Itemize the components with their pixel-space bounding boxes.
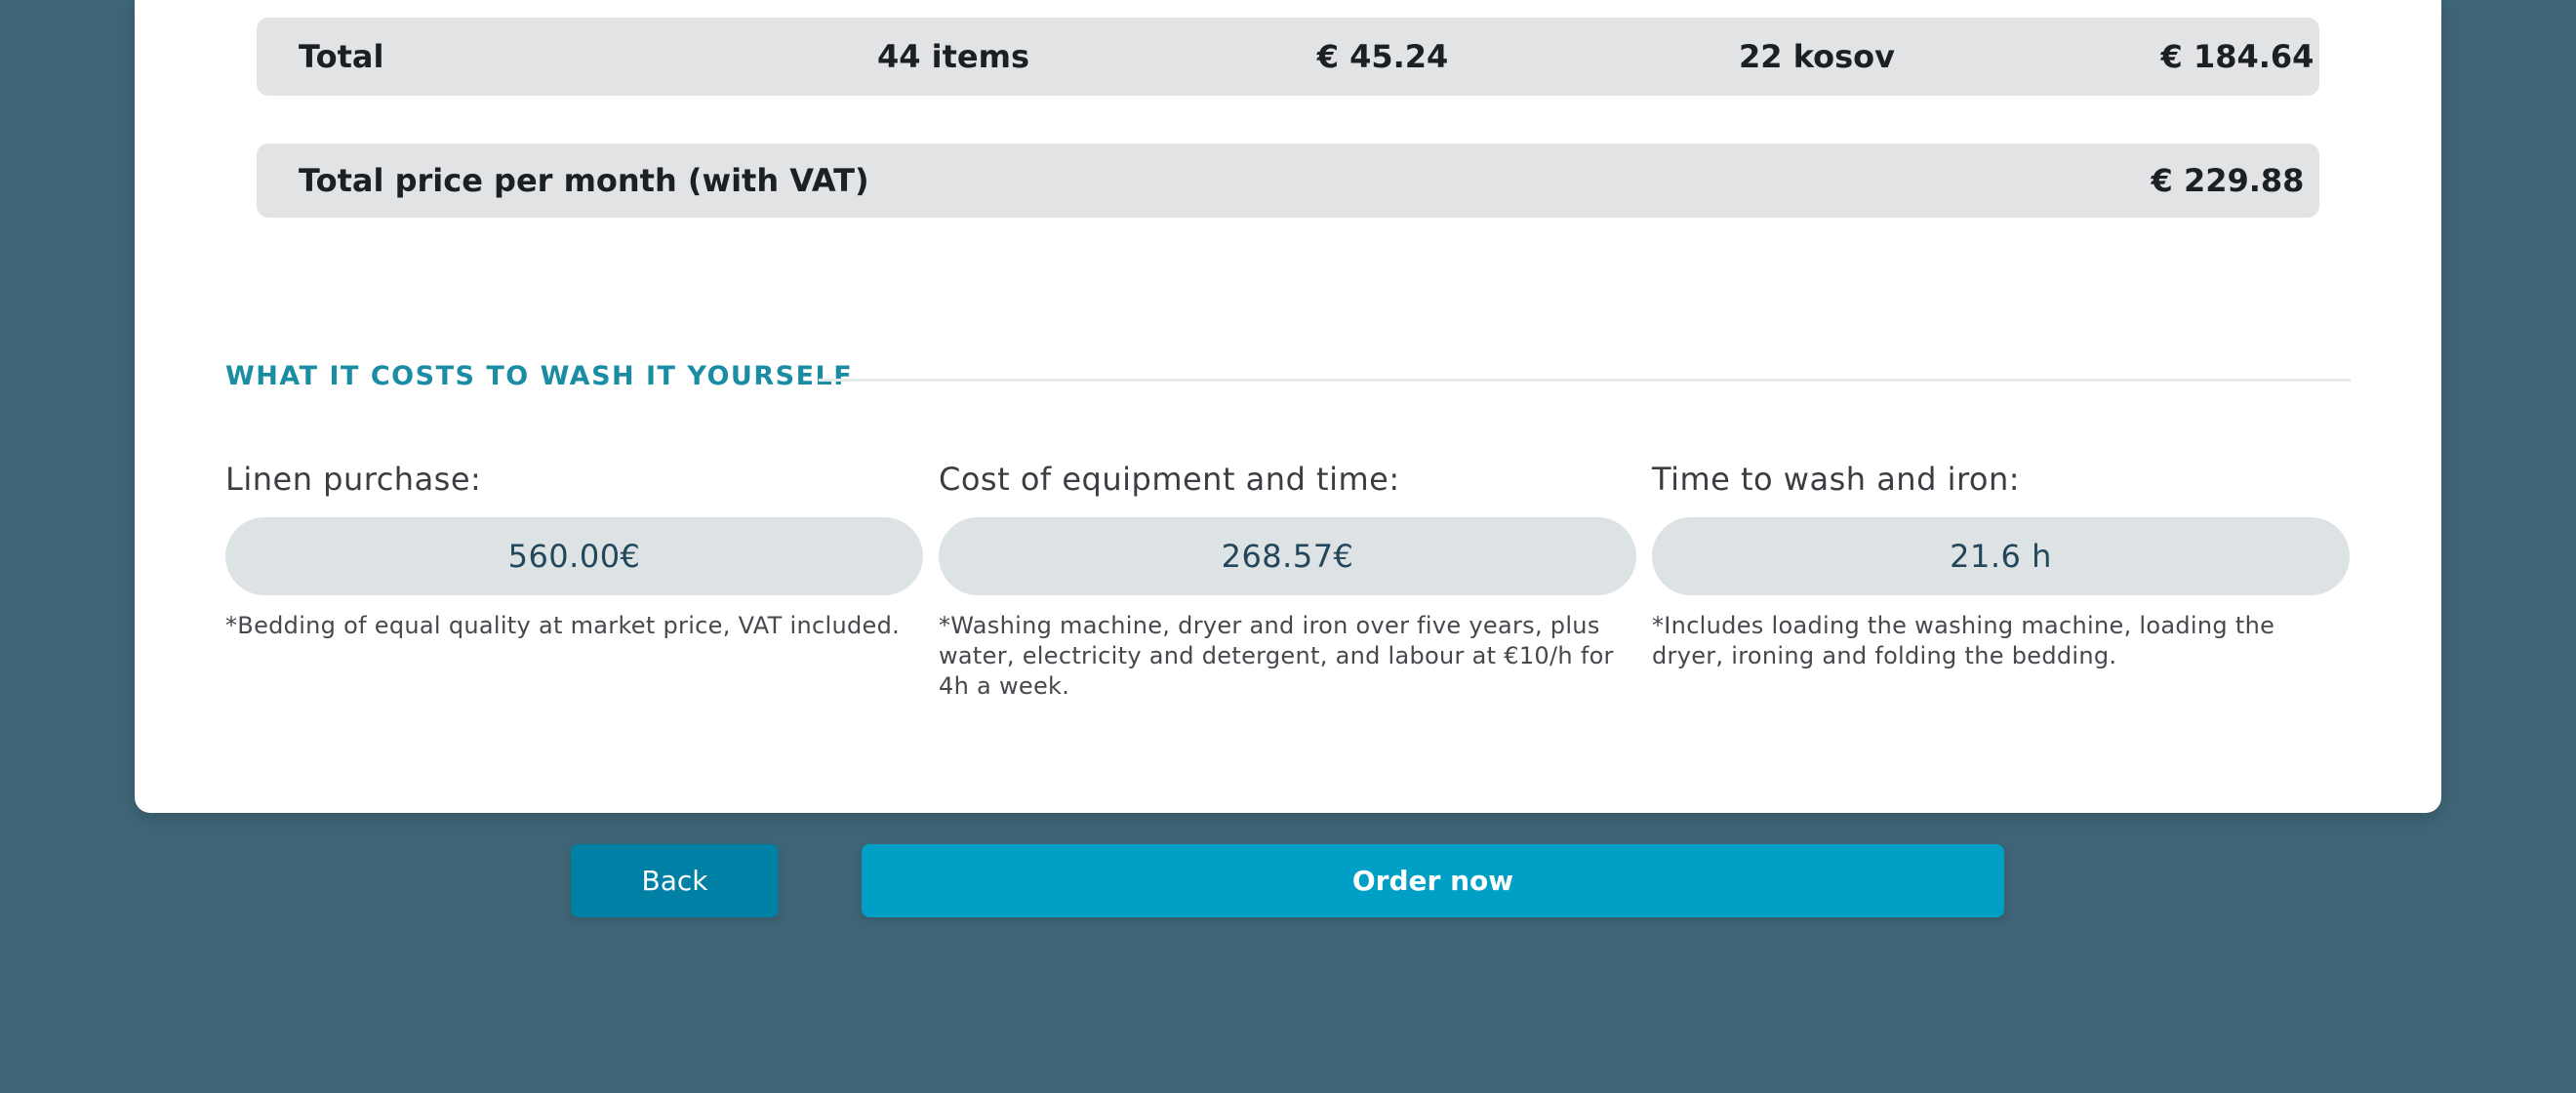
totals-label: Total [299, 38, 384, 75]
linen-purchase-note: *Bedding of equal quality at market pric… [225, 612, 901, 639]
equipment-cost-value: 268.57€ [939, 517, 1636, 595]
totals-row: Total 44 items € 45.24 22 kosov € 184.64 [257, 18, 2319, 96]
order-now-button[interactable]: Order now [862, 844, 2004, 917]
wash-time-value: 21.6 h [1652, 517, 2350, 595]
wash-time-note: *Includes loading the washing machine, l… [1652, 612, 2275, 669]
wash-time-column: Time to wash and iron: 21.6 h *Includes … [1652, 461, 2350, 671]
summary-card: Total 44 items € 45.24 22 kosov € 184.64… [135, 0, 2441, 813]
equipment-cost-label: Cost of equipment and time: [939, 461, 1400, 498]
totals-kosov: 22 kosov [1739, 38, 1895, 75]
totals-price-2: € 184.64 [2160, 38, 2314, 75]
section-divider [819, 379, 2351, 382]
linen-purchase-label: Linen purchase: [225, 461, 482, 498]
equipment-cost-column: Cost of equipment and time: 268.57€ *Was… [939, 461, 1636, 702]
diy-section-heading: WHAT IT COSTS TO WASH IT YOURSELF [225, 361, 854, 391]
equipment-cost-note: *Washing machine, dryer and iron over fi… [939, 612, 1614, 700]
back-button[interactable]: Back [571, 844, 779, 917]
wash-time-label: Time to wash and iron: [1652, 461, 2021, 498]
monthly-total-label: Total price per month (with VAT) [299, 162, 869, 199]
linen-purchase-column: Linen purchase: 560.00€ *Bedding of equa… [225, 461, 923, 641]
linen-purchase-value: 560.00€ [225, 517, 923, 595]
monthly-total-price: € 229.88 [2151, 162, 2305, 199]
totals-items: 44 items [876, 38, 1030, 75]
monthly-total-row: Total price per month (with VAT) € 229.8… [257, 143, 2319, 218]
totals-price: € 45.24 [1316, 38, 1449, 75]
